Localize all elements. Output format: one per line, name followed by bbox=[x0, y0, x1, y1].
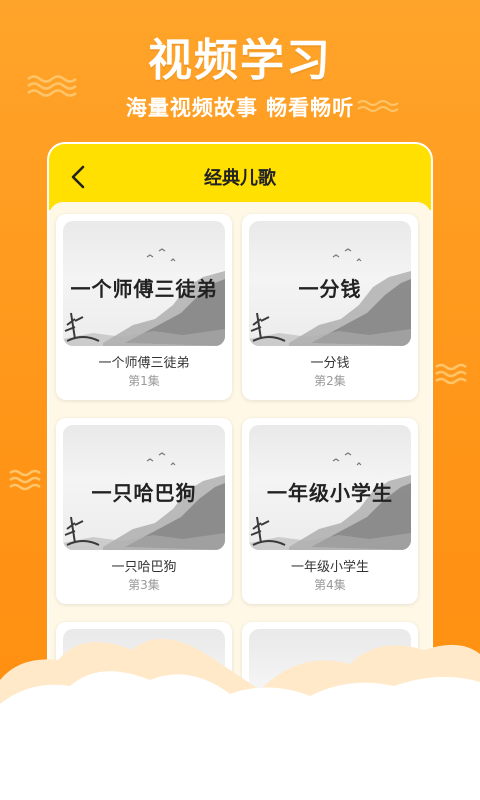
video-title: 一只哈巴狗 bbox=[111, 560, 177, 575]
video-card[interactable]: 一年级小学生 一年级小学生 第4集 bbox=[242, 418, 418, 604]
wave-decoration-icon bbox=[9, 469, 41, 491]
video-title: 一年级小学生 bbox=[290, 560, 369, 575]
video-title: 一分钱 bbox=[310, 356, 350, 371]
video-title: 一个师傅三徒弟 bbox=[98, 356, 190, 371]
wave-decoration-icon bbox=[435, 363, 467, 385]
page-title: 经典儿歌 bbox=[204, 168, 276, 189]
episode-label: 第2集 bbox=[314, 374, 346, 388]
thumbnail-caption: 一分钱 bbox=[298, 277, 362, 301]
thumbnail-caption: 一年级小学生 bbox=[267, 481, 393, 505]
video-card[interactable]: 一个师傅三徒弟 一个师傅三徒弟 第1集 bbox=[56, 214, 232, 400]
video-card[interactable]: 一分钱 一分钱 第2集 bbox=[242, 214, 418, 400]
hero-subtitle: 海量视频故事 畅看畅听 bbox=[125, 96, 355, 120]
cloud-decoration bbox=[0, 638, 480, 800]
panel-header: 经典儿歌 bbox=[49, 144, 431, 210]
thumbnail-caption: 一个师傅三徒弟 bbox=[70, 277, 218, 301]
video-thumbnail: 一年级小学生 bbox=[249, 425, 411, 550]
video-thumbnail: 一只哈巴狗 bbox=[63, 425, 225, 550]
episode-label: 第1集 bbox=[128, 374, 160, 388]
video-thumbnail: 一分钱 bbox=[249, 221, 411, 346]
video-card[interactable]: 一只哈巴狗 一只哈巴狗 第3集 bbox=[56, 418, 232, 604]
episode-label: 第4集 bbox=[314, 578, 346, 592]
thumbnail-caption: 一只哈巴狗 bbox=[91, 481, 197, 505]
episode-label: 第3集 bbox=[128, 578, 160, 592]
hero-title: 视频学习 bbox=[148, 35, 332, 86]
video-thumbnail: 一个师傅三徒弟 bbox=[63, 221, 225, 346]
